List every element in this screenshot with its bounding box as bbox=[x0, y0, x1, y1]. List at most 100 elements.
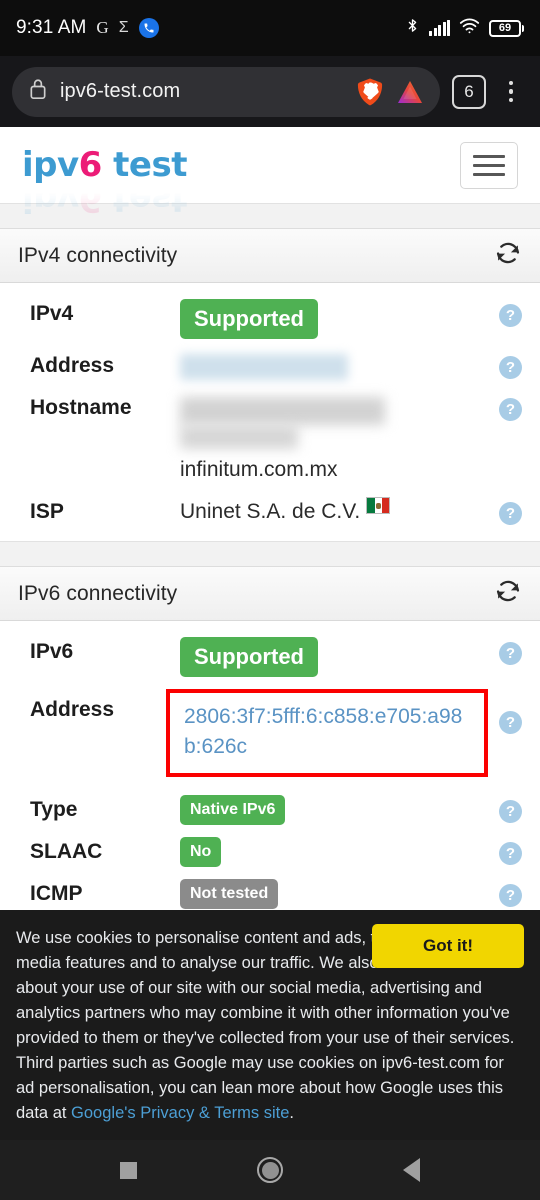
back-triangle-icon[interactable] bbox=[403, 1158, 420, 1182]
row-help[interactable]: ? bbox=[492, 393, 522, 421]
ipv6-address-highlight-box: 2806:3f7:5fff:6:c858:e705:a98b:626c bbox=[166, 689, 488, 777]
status-badge: Supported bbox=[180, 299, 318, 339]
help-icon[interactable]: ? bbox=[499, 502, 522, 525]
site-header: ipv6 test ipv6 test bbox=[0, 127, 540, 219]
logo-part-1: ipv bbox=[22, 145, 79, 185]
table-row: Address 2806:3f7:5fff:6:c858:e705:a98b:6… bbox=[0, 683, 540, 789]
row-label: Type bbox=[30, 798, 78, 821]
help-icon[interactable]: ? bbox=[499, 356, 522, 379]
google-g-icon: G bbox=[96, 18, 109, 37]
table-row: IPv4 Supported ? bbox=[0, 293, 540, 345]
section-spacer bbox=[0, 203, 540, 229]
row-help[interactable]: ? bbox=[492, 637, 522, 665]
row-label: ICMP bbox=[30, 882, 83, 905]
row-value: Native IPv6 bbox=[180, 795, 492, 825]
android-status-bar: 9:31 AM G Σ 69 bbox=[0, 0, 540, 56]
row-help[interactable]: ? bbox=[492, 497, 522, 525]
status-badge: Native IPv6 bbox=[180, 795, 286, 825]
row-value: Uninet S.A. de C.V. bbox=[180, 497, 492, 527]
row-value: Supported bbox=[180, 299, 492, 339]
bluetooth-icon bbox=[405, 16, 420, 40]
row-label: Address bbox=[30, 354, 115, 377]
table-row: ISP Uninet S.A. de C.V. ? bbox=[0, 491, 540, 533]
row-value: Not tested bbox=[180, 879, 492, 909]
row-value: infinitum.com.mx bbox=[180, 393, 492, 485]
tab-counter-button[interactable]: 6 bbox=[452, 74, 486, 109]
row-help[interactable]: ? bbox=[492, 837, 522, 865]
row-label: ISP bbox=[30, 500, 64, 523]
url-bar[interactable]: ipv6-test.com bbox=[12, 66, 440, 117]
row-value: Supported bbox=[180, 637, 492, 677]
hamburger-menu-button[interactable] bbox=[460, 141, 518, 189]
help-icon[interactable]: ? bbox=[499, 642, 522, 665]
recents-square-icon[interactable] bbox=[120, 1161, 137, 1179]
help-icon[interactable]: ? bbox=[499, 800, 522, 823]
status-badge: Not tested bbox=[180, 879, 279, 909]
url-text: ipv6-test.com bbox=[60, 80, 181, 102]
brave-lion-icon[interactable] bbox=[356, 77, 384, 107]
table-row: Hostname infinitum.com.mx ? bbox=[0, 387, 540, 491]
accept-cookies-button[interactable]: Got it! bbox=[372, 924, 524, 968]
sigma-icon: Σ bbox=[118, 19, 129, 36]
row-label: Address bbox=[30, 698, 115, 721]
status-badge: No bbox=[180, 837, 222, 867]
android-navigation-bar bbox=[0, 1140, 540, 1200]
section-rows-ipv6: IPv6 Supported ? Address 2806:3f7:5fff:6… bbox=[0, 621, 540, 923]
table-row: Address ? bbox=[0, 345, 540, 387]
brave-triangle-icon[interactable] bbox=[396, 78, 424, 106]
table-row: Type Native IPv6 ? bbox=[0, 789, 540, 831]
web-page-viewport: ipv6 test ipv6 test IPv4 connectivity IP… bbox=[0, 127, 540, 1140]
phone-icon bbox=[138, 18, 159, 38]
help-icon[interactable]: ? bbox=[499, 398, 522, 421]
logo-six: 6 bbox=[78, 145, 103, 185]
row-label: IPv6 bbox=[30, 640, 74, 663]
row-help[interactable]: ? bbox=[492, 695, 522, 734]
row-label: Hostname bbox=[30, 396, 132, 419]
redacted-hostname bbox=[180, 395, 390, 455]
help-icon[interactable]: ? bbox=[499, 884, 522, 907]
table-row: ICMP Not tested ? bbox=[0, 873, 540, 915]
battery-percent: 69 bbox=[498, 21, 512, 34]
battery-icon: 69 bbox=[489, 19, 524, 37]
section-header-ipv6: IPv6 connectivity bbox=[0, 567, 540, 621]
site-logo-text: ipv6 test bbox=[22, 148, 187, 182]
kebab-menu-icon[interactable] bbox=[494, 75, 528, 109]
cell-signal-icon bbox=[429, 20, 450, 36]
cookie-text-period: . bbox=[289, 1104, 294, 1122]
logo-part-2: test bbox=[101, 145, 187, 185]
row-value bbox=[180, 351, 492, 380]
section-title: IPv6 connectivity bbox=[18, 581, 178, 605]
status-badge: Supported bbox=[180, 637, 318, 677]
refresh-icon[interactable] bbox=[494, 239, 522, 272]
row-label: SLAAC bbox=[30, 840, 103, 863]
site-logo: ipv6 test ipv6 test bbox=[22, 148, 187, 219]
table-row: IPv6 Supported ? bbox=[0, 631, 540, 683]
hostname-domain: infinitum.com.mx bbox=[180, 458, 338, 481]
wifi-icon bbox=[459, 17, 480, 39]
status-bar-clock: 9:31 AM bbox=[16, 17, 87, 38]
browser-toolbar: ipv6-test.com 6 bbox=[0, 56, 540, 127]
row-value: No bbox=[180, 837, 492, 867]
help-icon[interactable]: ? bbox=[499, 711, 522, 734]
section-rows-ipv4: IPv4 Supported ? Address ? Hostname infi… bbox=[0, 283, 540, 541]
lock-icon bbox=[28, 77, 48, 106]
section-spacer bbox=[0, 541, 540, 567]
row-help[interactable]: ? bbox=[492, 879, 522, 907]
status-bar-left: 9:31 AM G Σ bbox=[16, 17, 159, 39]
isp-name: Uninet S.A. de C.V. bbox=[180, 500, 361, 523]
row-value: 2806:3f7:5fff:6:c858:e705:a98b:626c bbox=[166, 689, 492, 777]
refresh-icon[interactable] bbox=[494, 577, 522, 610]
google-privacy-terms-link[interactable]: Google's Privacy & Terms site bbox=[71, 1104, 289, 1122]
row-help[interactable]: ? bbox=[492, 351, 522, 379]
section-header-ipv4: IPv4 connectivity bbox=[0, 229, 540, 283]
help-icon[interactable]: ? bbox=[499, 842, 522, 865]
cookie-consent-banner: We use cookies to personalise content an… bbox=[0, 910, 540, 1140]
row-help[interactable]: ? bbox=[492, 795, 522, 823]
home-circle-icon[interactable] bbox=[257, 1157, 283, 1183]
help-icon[interactable]: ? bbox=[499, 304, 522, 327]
ipv6-address-link[interactable]: 2806:3f7:5fff:6:c858:e705:a98b:626c bbox=[184, 705, 462, 758]
mexico-flag-icon bbox=[366, 497, 391, 514]
row-help[interactable]: ? bbox=[492, 299, 522, 327]
row-label: IPv4 bbox=[30, 302, 74, 325]
section-title: IPv4 connectivity bbox=[18, 243, 178, 267]
